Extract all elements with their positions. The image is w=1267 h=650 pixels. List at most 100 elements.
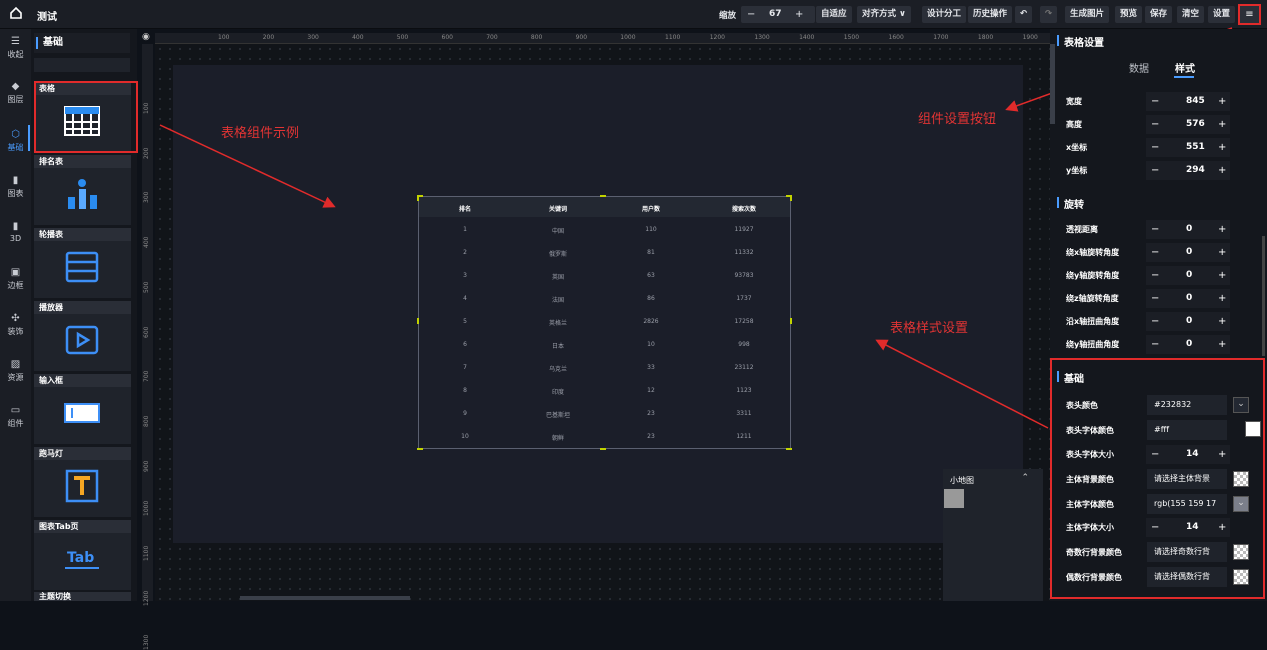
nav-components[interactable]: ▭ 组件 <box>0 405 31 429</box>
plus-button[interactable]: + <box>1218 243 1226 262</box>
minus-button[interactable]: − <box>1151 335 1159 354</box>
resize-handle[interactable] <box>786 448 792 450</box>
minus-button[interactable]: − <box>1151 243 1159 262</box>
zoom-minus-button[interactable]: − <box>747 6 755 23</box>
resize-handle[interactable] <box>417 195 419 201</box>
ruler-tick-label: 1300 <box>754 34 770 41</box>
component-marquee[interactable]: 跑马灯 <box>34 447 131 517</box>
rotate-5-value[interactable]: 0 <box>1186 335 1192 354</box>
panel-title: 表格设置 <box>1057 34 1104 49</box>
home-logo-icon[interactable] <box>9 6 23 20</box>
nav-label: 图表 <box>7 189 24 198</box>
nav-decorations[interactable]: ✣ 装饰 <box>0 313 31 337</box>
rotate-2-value[interactable]: 0 <box>1186 266 1192 285</box>
nav-charts[interactable]: ▮ 图表 <box>0 175 31 199</box>
table-header-cell: 关键词 <box>548 206 567 213</box>
minus-button[interactable]: − <box>1151 92 1159 111</box>
border-icon: ▣ <box>10 267 21 278</box>
plus-button[interactable]: + <box>1218 312 1226 331</box>
resize-handle[interactable] <box>790 195 792 201</box>
tab-style[interactable]: 样式 <box>1175 60 1195 75</box>
geometry-2-stepper: − 551 + <box>1146 138 1230 157</box>
canvas-vertical-scrollbar[interactable] <box>1050 44 1055 124</box>
plus-button[interactable]: + <box>1218 220 1226 239</box>
nav-borders[interactable]: ▣ 边框 <box>0 267 31 291</box>
minus-button[interactable]: − <box>1151 220 1159 239</box>
ruler-tick-label: 300 <box>143 191 150 204</box>
geometry-0-value[interactable]: 845 <box>1186 92 1205 111</box>
minimap-thumbnail[interactable] <box>944 489 964 508</box>
rotate-section-title: 旋转 <box>1057 196 1084 211</box>
ruler-tick-label: 1800 <box>977 34 994 41</box>
fit-button[interactable]: 自适应 <box>816 6 852 23</box>
ruler-horizontal: 100 200 300 400 500 600 700 800 900 1000 1100 1200 1… <box>155 33 1050 44</box>
plus-button[interactable]: + <box>1218 266 1226 285</box>
component-player[interactable]: 播放器 <box>34 301 131 371</box>
component-ranking-table[interactable]: 排名表 <box>34 155 131 225</box>
eye-icon[interactable]: ◉ <box>142 32 153 43</box>
rotate-1-value[interactable]: 0 <box>1186 243 1192 262</box>
rotate-0-stepper: − 0 + <box>1146 220 1230 239</box>
table-cell: 1123 <box>736 387 752 394</box>
tab-data[interactable]: 数据 <box>1129 60 1149 75</box>
minimap: 小地图 ⌃ <box>943 469 1043 601</box>
table-cell: 3 <box>463 272 467 279</box>
plus-button[interactable]: + <box>1218 138 1226 157</box>
geometry-3-value[interactable]: 294 <box>1186 161 1205 180</box>
nav-3d[interactable]: ▮ 3D <box>0 221 31 243</box>
zoom-value[interactable]: 67 <box>769 6 782 23</box>
minus-button[interactable]: − <box>1151 115 1159 134</box>
resize-handle[interactable] <box>600 448 606 450</box>
align-dropdown[interactable]: 对齐方式 ∨ <box>857 6 911 23</box>
resize-handle[interactable] <box>417 318 419 324</box>
plus-button[interactable]: + <box>1218 335 1226 354</box>
rotate-0-value[interactable]: 0 <box>1186 220 1192 239</box>
clear-button[interactable]: 清空 <box>1177 6 1205 23</box>
component-theme-switch[interactable]: 主题切换 <box>34 592 131 601</box>
design-division-button[interactable]: 设计分工 <box>922 6 967 23</box>
component-settings-menu-button[interactable]: ≡ <box>1238 4 1261 25</box>
nav-basic[interactable]: ⬡ 基础 <box>0 125 31 153</box>
minus-button[interactable]: − <box>1151 312 1159 331</box>
component-carousel-table[interactable]: 轮播表 <box>34 228 131 298</box>
table-cell: 10 <box>461 433 469 440</box>
history-button[interactable]: 历史操作 <box>968 6 1013 23</box>
plus-button[interactable]: + <box>1218 115 1226 134</box>
nav-label: 资源 <box>7 373 24 382</box>
ruler-tick-label: 1100 <box>665 34 681 41</box>
undo-button[interactable]: ↶ <box>1015 6 1033 23</box>
resize-handle[interactable] <box>790 318 792 324</box>
minimap-collapse-icon[interactable]: ⌃ <box>1021 473 1029 483</box>
plus-button[interactable]: + <box>1218 161 1226 180</box>
component-chart-tab[interactable]: 图表Tab页 Tab <box>34 520 131 590</box>
save-button[interactable]: 保存 <box>1145 6 1173 23</box>
geometry-1-value[interactable]: 576 <box>1186 115 1205 134</box>
resize-handle[interactable] <box>417 448 423 450</box>
minus-button[interactable]: − <box>1151 138 1159 157</box>
rotate-4-value[interactable]: 0 <box>1186 312 1192 331</box>
panel-scrollbar[interactable] <box>1262 236 1265 356</box>
component-input[interactable]: 输入框 <box>34 374 131 444</box>
minus-button[interactable]: − <box>1151 161 1159 180</box>
nav-label: 装饰 <box>7 327 24 336</box>
resize-handle[interactable] <box>600 195 606 197</box>
generate-image-button[interactable]: 生成图片 <box>1065 6 1110 23</box>
collapse-icon: ☰ <box>11 36 20 47</box>
table-component-preview[interactable]: 排名 关键词 用户数 搜索次数 1 中国 110 11927 2 俄罗斯 81 11332 3 英国 63 9… <box>418 196 791 449</box>
minus-button[interactable]: − <box>1151 289 1159 308</box>
plus-button[interactable]: + <box>1218 289 1226 308</box>
settings-button[interactable]: 设置 <box>1208 6 1236 23</box>
zoom-plus-button[interactable]: + <box>795 6 803 23</box>
component-name: 轮播表 <box>34 228 131 241</box>
preview-button[interactable]: 预览 <box>1115 6 1143 23</box>
decoration-icon: ✣ <box>11 313 20 324</box>
geometry-2-value[interactable]: 551 <box>1186 138 1205 157</box>
rotate-3-value[interactable]: 0 <box>1186 289 1192 308</box>
horizontal-scrollbar[interactable] <box>240 596 410 600</box>
minus-button[interactable]: − <box>1151 266 1159 285</box>
nav-resources[interactable]: ▨ 资源 <box>0 359 31 383</box>
plus-button[interactable]: + <box>1218 92 1226 111</box>
nav-collapse[interactable]: ☰ 收起 <box>0 36 31 60</box>
redo-button[interactable]: ↷ <box>1040 6 1058 23</box>
nav-layers[interactable]: ◆ 图层 <box>0 81 31 105</box>
